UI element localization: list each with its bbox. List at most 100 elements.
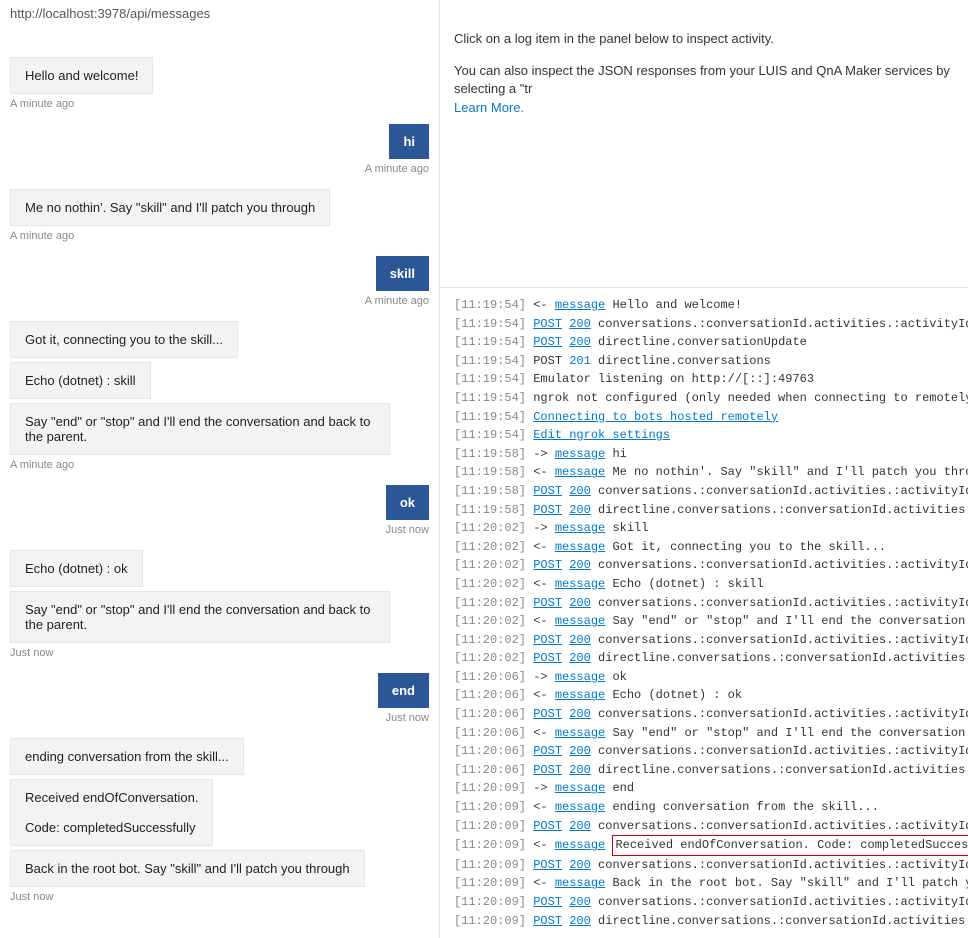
- log-line[interactable]: [11:20:09] -> message end: [454, 779, 954, 798]
- log-status-code[interactable]: 200: [569, 858, 591, 872]
- log-type[interactable]: message: [555, 465, 605, 479]
- log-status-code[interactable]: 200: [569, 503, 591, 517]
- log-type[interactable]: message: [555, 521, 605, 535]
- user-message[interactable]: skill: [376, 256, 429, 291]
- log-line[interactable]: [11:20:06] POST 200 directline.conversat…: [454, 761, 954, 780]
- log-line[interactable]: [11:20:06] POST 200 conversations.:conve…: [454, 705, 954, 724]
- log-type[interactable]: message: [555, 781, 605, 795]
- log-type[interactable]: POST: [533, 317, 562, 331]
- log-type[interactable]: POST: [533, 895, 562, 909]
- log-line[interactable]: [11:20:02] POST 200 conversations.:conve…: [454, 631, 954, 650]
- log-type[interactable]: message: [555, 838, 605, 852]
- log-status-code[interactable]: 201: [569, 354, 591, 368]
- learn-more-link[interactable]: Learn More.: [454, 100, 524, 115]
- log-type[interactable]: message: [555, 577, 605, 591]
- log-line[interactable]: [11:19:54] Emulator listening on http://…: [454, 370, 954, 389]
- log-line[interactable]: [11:20:09] <- message Received endOfConv…: [454, 835, 954, 856]
- bot-message[interactable]: Me no nothin'. Say "skill" and I'll patc…: [10, 189, 330, 226]
- log-type[interactable]: message: [555, 670, 605, 684]
- log-link[interactable]: Edit ngrok settings: [533, 428, 670, 442]
- log-line[interactable]: [11:19:54] POST 201 directline.conversat…: [454, 352, 954, 371]
- log-status-code[interactable]: 200: [569, 895, 591, 909]
- user-message[interactable]: end: [378, 673, 429, 708]
- log-type[interactable]: POST: [533, 651, 562, 665]
- log-type[interactable]: message: [555, 726, 605, 740]
- log-type[interactable]: POST: [533, 558, 562, 572]
- bot-message[interactable]: Received endOfConversation. Code: comple…: [10, 779, 213, 846]
- user-message[interactable]: ok: [386, 485, 429, 520]
- log-status-code[interactable]: 200: [569, 335, 591, 349]
- log-status-code[interactable]: 200: [569, 819, 591, 833]
- log-status-code[interactable]: 200: [569, 596, 591, 610]
- log-line[interactable]: [11:20:09] POST 200 conversations.:conve…: [454, 817, 954, 836]
- log-status-code[interactable]: 200: [569, 558, 591, 572]
- log-line[interactable]: [11:20:09] POST 200 directline.conversat…: [454, 912, 954, 931]
- bot-message[interactable]: Hello and welcome!: [10, 57, 153, 94]
- log-line[interactable]: [11:19:58] -> message hi: [454, 445, 954, 464]
- endpoint-url: http://localhost:3978/api/messages: [10, 6, 429, 21]
- log-text: ending conversation from the skill...: [612, 800, 878, 814]
- log-status-code[interactable]: 200: [569, 744, 591, 758]
- log-status-code[interactable]: 200: [569, 317, 591, 331]
- log-line[interactable]: [11:20:02] <- message Got it, connecting…: [454, 538, 954, 557]
- log-line[interactable]: [11:20:09] POST 200 conversations.:conve…: [454, 893, 954, 912]
- log-type[interactable]: message: [555, 688, 605, 702]
- bot-message[interactable]: ending conversation from the skill...: [10, 738, 244, 775]
- log-line[interactable]: [11:20:02] POST 200 conversations.:conve…: [454, 556, 954, 575]
- log-line[interactable]: [11:20:06] -> message ok: [454, 668, 954, 687]
- log-line[interactable]: [11:20:02] -> message skill: [454, 519, 954, 538]
- log-type[interactable]: message: [555, 540, 605, 554]
- log-type[interactable]: POST: [533, 596, 562, 610]
- log-type[interactable]: POST: [533, 744, 562, 758]
- log-line[interactable]: [11:20:09] POST 200 conversations.:conve…: [454, 856, 954, 875]
- log-status-code[interactable]: 200: [569, 651, 591, 665]
- log-type[interactable]: POST: [533, 335, 562, 349]
- log-line[interactable]: [11:20:02] POST 200 conversations.:conve…: [454, 594, 954, 613]
- log-type[interactable]: POST: [533, 484, 562, 498]
- log-line[interactable]: [11:20:06] <- message Echo (dotnet) : ok: [454, 686, 954, 705]
- log-type[interactable]: POST: [533, 763, 562, 777]
- log-type[interactable]: message: [555, 298, 605, 312]
- user-message[interactable]: hi: [389, 124, 429, 159]
- log-line[interactable]: [11:19:58] <- message Me no nothin'. Say…: [454, 463, 954, 482]
- log-line[interactable]: [11:20:09] <- message Back in the root b…: [454, 874, 954, 893]
- log-type[interactable]: message: [555, 447, 605, 461]
- log-line[interactable]: [11:19:54] Connecting to bots hosted rem…: [454, 408, 954, 427]
- bot-message[interactable]: Echo (dotnet) : ok: [10, 550, 143, 587]
- log-status-code[interactable]: 200: [569, 763, 591, 777]
- log-panel[interactable]: [11:19:54] <- message Hello and welcome!…: [440, 288, 968, 938]
- log-line[interactable]: [11:19:54] POST 200 conversations.:conve…: [454, 315, 954, 334]
- log-link[interactable]: Connecting to bots hosted remotely: [533, 410, 778, 424]
- log-type[interactable]: message: [555, 876, 605, 890]
- log-type[interactable]: message: [555, 800, 605, 814]
- log-type[interactable]: POST: [533, 707, 562, 721]
- log-line[interactable]: [11:20:02] POST 200 directline.conversat…: [454, 649, 954, 668]
- log-type[interactable]: POST: [533, 633, 562, 647]
- log-timestamp: [11:20:09]: [454, 838, 526, 852]
- log-line[interactable]: [11:19:58] POST 200 conversations.:conve…: [454, 482, 954, 501]
- log-status-code[interactable]: 200: [569, 633, 591, 647]
- log-line[interactable]: [11:19:54] <- message Hello and welcome!: [454, 296, 954, 315]
- log-line[interactable]: [11:19:58] POST 200 directline.conversat…: [454, 501, 954, 520]
- log-line[interactable]: [11:20:06] <- message Say "end" or "stop…: [454, 724, 954, 743]
- log-type[interactable]: POST: [533, 503, 562, 517]
- log-status-code[interactable]: 200: [569, 707, 591, 721]
- log-line[interactable]: [11:20:02] <- message Echo (dotnet) : sk…: [454, 575, 954, 594]
- log-type[interactable]: POST: [533, 914, 562, 928]
- bot-message[interactable]: Say "end" or "stop" and I'll end the con…: [10, 403, 390, 455]
- log-line[interactable]: [11:19:54] POST 200 directline.conversat…: [454, 333, 954, 352]
- log-type[interactable]: POST: [533, 819, 562, 833]
- bot-message[interactable]: Say "end" or "stop" and I'll end the con…: [10, 591, 390, 643]
- log-line[interactable]: [11:20:02] <- message Say "end" or "stop…: [454, 612, 954, 631]
- log-line[interactable]: [11:19:54] Edit ngrok settings: [454, 426, 954, 445]
- log-status-code[interactable]: 200: [569, 914, 591, 928]
- log-type[interactable]: message: [555, 614, 605, 628]
- log-line[interactable]: [11:20:09] <- message ending conversatio…: [454, 798, 954, 817]
- log-line[interactable]: [11:19:54] ngrok not configured (only ne…: [454, 389, 954, 408]
- bot-message[interactable]: Echo (dotnet) : skill: [10, 362, 151, 399]
- log-line[interactable]: [11:20:06] POST 200 conversations.:conve…: [454, 742, 954, 761]
- log-status-code[interactable]: 200: [569, 484, 591, 498]
- log-type[interactable]: POST: [533, 858, 562, 872]
- bot-message[interactable]: Got it, connecting you to the skill...: [10, 321, 238, 358]
- bot-message[interactable]: Back in the root bot. Say "skill" and I'…: [10, 850, 365, 887]
